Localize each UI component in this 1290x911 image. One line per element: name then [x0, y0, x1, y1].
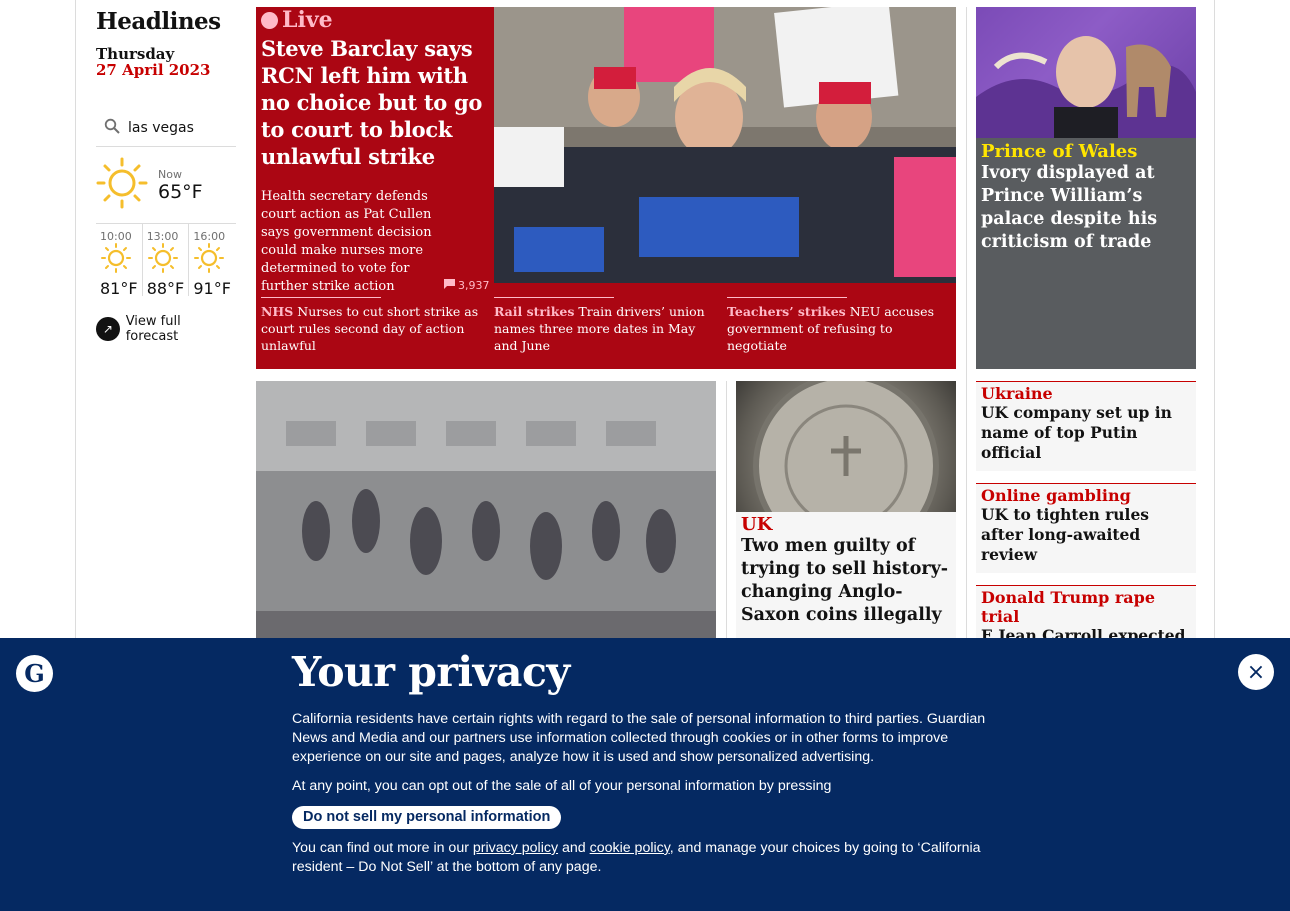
- live-kicker: Live: [261, 7, 489, 33]
- nurses-protest-image[interactable]: [494, 7, 956, 283]
- coin-headline: Two men guilty of trying to sell history…: [741, 536, 949, 625]
- coin-kicker: UK: [741, 514, 773, 535]
- weather-now-temp: 65°F: [158, 180, 203, 203]
- sun-icon: [147, 243, 181, 277]
- forecast-time: 10:00: [100, 230, 132, 243]
- weather-now: Now 65°F: [96, 146, 236, 213]
- side-story-ukraine[interactable]: Ukraine UK company set up in name of top…: [976, 381, 1196, 471]
- comment-count[interactable]: 3,937: [444, 279, 490, 292]
- sublink-teachers-strikes[interactable]: Teachers’ strikes NEU accuses government…: [722, 297, 955, 354]
- top-story-sublinks: NHS Nurses to cut short strike as court …: [256, 297, 956, 354]
- sun-icon: [96, 157, 148, 213]
- sun-icon: [193, 243, 227, 277]
- prince-story-card[interactable]: Prince of Wales Ivory displayed at Princ…: [976, 7, 1196, 369]
- weather-location-search[interactable]: las vegas: [96, 118, 236, 138]
- forecast-slot: 13:00 88°F: [143, 224, 190, 298]
- privacy-policy-link[interactable]: privacy policy: [473, 840, 558, 856]
- top-story-card[interactable]: Live Steve Barclay says RCN left him wit…: [256, 7, 956, 369]
- sublink-rail-strikes[interactable]: Rail strikes Train drivers’ union names …: [489, 297, 722, 354]
- sublink-kicker: Teachers’ strikes: [727, 304, 846, 319]
- side-kicker: Donald Trump rape trial: [981, 588, 1156, 626]
- forecast-slot: 10:00 81°F: [96, 224, 143, 298]
- prince-kicker: Prince of Wales: [981, 141, 1138, 162]
- airport-queue-image[interactable]: [256, 381, 716, 681]
- prince-headline[interactable]: Ivory displayed at Prince William’s pala…: [981, 162, 1191, 254]
- comment-count-value: 3,937: [458, 279, 490, 292]
- column-divider: [966, 7, 967, 667]
- side-kicker: Ukraine: [981, 384, 1053, 403]
- side-story-online-gambling[interactable]: Online gambling UK to tighten rules afte…: [976, 483, 1196, 573]
- privacy-banner: G Your privacy California residents have…: [0, 638, 1290, 911]
- coin-story-text: UK Two men guilty of trying to sell hist…: [736, 512, 956, 629]
- search-icon: [104, 118, 120, 138]
- side-headline: UK to tighten rules after long-awaited r…: [981, 505, 1150, 564]
- top-story-standfirst: Health secretary defends court action as…: [261, 189, 432, 294]
- prince-story-text: Prince of Wales Ivory displayed at Princ…: [976, 138, 1196, 257]
- column-divider: [726, 381, 727, 661]
- right-column: Prince of Wales Ivory displayed at Princ…: [976, 7, 1196, 694]
- forecast-time: 16:00: [193, 230, 226, 243]
- sublink-text: Nurses to cut short strike as court rule…: [261, 304, 479, 353]
- forecast-temp: 88°F: [146, 279, 185, 298]
- close-icon[interactable]: ×: [1238, 654, 1274, 690]
- forecast-temp: 91°F: [193, 279, 231, 298]
- privacy-paragraph: You can find out more in our privacy pol…: [292, 839, 1002, 877]
- forecast-temp: 81°F: [100, 279, 138, 298]
- view-full-forecast-label: View full forecast: [125, 314, 181, 344]
- forecast-time: 13:00: [146, 230, 179, 243]
- top-story-headline[interactable]: Steve Barclay says RCN left him with no …: [261, 35, 489, 170]
- weather-forecast: 10:00 81°F 13:00 88°F 16:00 91°F: [96, 223, 236, 298]
- view-full-forecast-link[interactable]: ↗ View full forecast: [96, 314, 236, 344]
- top-story-text: Live Steve Barclay says RCN left him wit…: [261, 7, 489, 296]
- privacy-title: Your privacy: [292, 648, 570, 696]
- weather-location: las vegas: [128, 120, 194, 136]
- side-headline: UK company set up in name of top Putin o…: [981, 403, 1172, 462]
- guardian-logo-icon: G: [16, 655, 53, 692]
- forecast-slot: 16:00 91°F: [189, 224, 236, 298]
- live-label: Live: [282, 7, 333, 33]
- prince-william-ivory-image: [976, 7, 1196, 138]
- external-link-icon: ↗: [96, 317, 120, 341]
- privacy-paragraph: At any point, you can opt out of the sal…: [292, 778, 832, 794]
- live-dot-icon: [261, 11, 278, 29]
- do-not-sell-button[interactable]: Do not sell my personal information: [292, 806, 562, 829]
- sun-icon: [100, 243, 134, 277]
- privacy-body: California residents have certain rights…: [292, 710, 1002, 887]
- sublink-nhs[interactable]: NHS Nurses to cut short strike as court …: [256, 297, 489, 354]
- weather-now-label: Now: [158, 167, 182, 181]
- sublink-kicker: Rail strikes: [494, 304, 575, 319]
- section-title: Headlines: [96, 8, 221, 35]
- cookie-policy-link[interactable]: cookie policy: [590, 840, 670, 856]
- date-full: 27 April 2023: [96, 61, 211, 79]
- comment-icon: [444, 279, 455, 292]
- privacy-paragraph: California residents have certain rights…: [292, 711, 986, 765]
- side-kicker: Online gambling: [981, 486, 1131, 505]
- privacy-text: and: [558, 840, 590, 856]
- sublink-kicker: NHS: [261, 304, 294, 319]
- anglo-saxon-coin-image: [736, 381, 956, 512]
- privacy-text: You can find out more in our: [292, 840, 473, 856]
- coin-story-card[interactable]: UK Two men guilty of trying to sell hist…: [736, 381, 956, 681]
- headlines-sidebar: Headlines Thursday 27 April 2023 las veg…: [96, 8, 236, 344]
